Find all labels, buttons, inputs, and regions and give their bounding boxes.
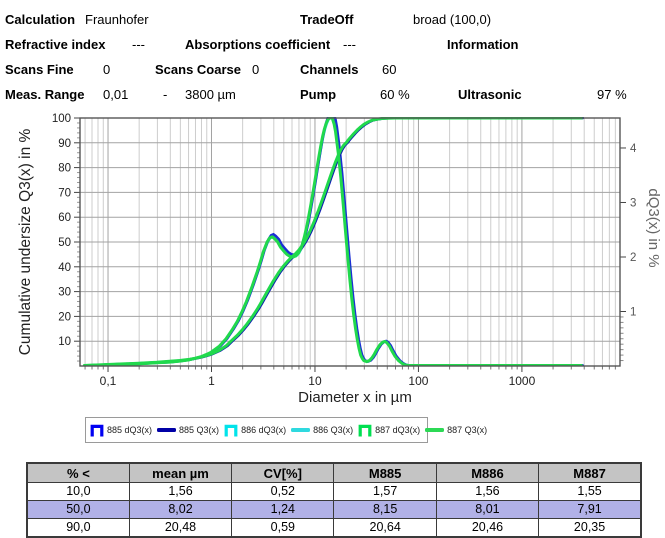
- table-header-row: % <mean µmCV[%]M885M886M887: [27, 463, 641, 483]
- legend-item: 886 Q3(x): [291, 425, 353, 435]
- table-cell: 10,0: [27, 483, 129, 501]
- meas-range-to-value: 3800 µm: [185, 87, 236, 102]
- tradeoff-value: broad (100,0): [413, 12, 491, 27]
- y-left-tick-label: 100: [52, 113, 71, 125]
- ultrasonic-label: Ultrasonic: [458, 87, 522, 102]
- calculation-label: Calculation: [5, 12, 75, 27]
- curve-885-dq3-x-: [86, 112, 583, 365]
- y-right-tick-label: 4: [630, 143, 637, 155]
- legend-swatch-hist-icon: [90, 424, 104, 437]
- table-cell: 0,59: [232, 519, 334, 538]
- y-left-tick-label: 80: [58, 163, 71, 175]
- y-left-tick-label: 30: [58, 287, 71, 299]
- legend-swatch-hist-icon: [358, 424, 372, 437]
- table-header-cell: mean µm: [129, 463, 231, 483]
- y-left-tick-label: 50: [58, 237, 71, 249]
- table-cell: 20,35: [539, 519, 641, 538]
- y-left-tick-label: 20: [58, 311, 71, 323]
- table-cell: 1,57: [334, 483, 436, 501]
- table-cell: 90,0: [27, 519, 129, 538]
- x-tick-label: 0,1: [100, 374, 117, 388]
- table-row[interactable]: 90,020,480,5920,6420,4620,35: [27, 519, 641, 538]
- ultrasonic-value: 97 %: [597, 87, 627, 102]
- scans-fine-label: Scans Fine: [5, 62, 74, 77]
- channels-label: Channels: [300, 62, 359, 77]
- table-header-cell: M885: [334, 463, 436, 483]
- legend-item: 885 Q3(x): [157, 425, 219, 435]
- table-header-cell: CV[%]: [232, 463, 334, 483]
- scans-coarse-label: Scans Coarse: [155, 62, 241, 77]
- table-cell: 0,52: [232, 483, 334, 501]
- absorption-coefficient-label: Absorptions coefficient: [185, 37, 330, 52]
- chart-legend: 885 dQ3(x) 885 Q3(x) 886 dQ3(x) 886 Q3(x) 88…: [85, 417, 428, 443]
- refractive-index-label: Refractive index: [5, 37, 105, 52]
- table-cell: 20,46: [436, 519, 538, 538]
- x-tick-label: 10: [308, 374, 322, 388]
- particle-size-distribution-chart: 10 20 30 40 50 60 70 80 90 100 0,1 1 10 100 1000 1 2 3 4 Cu…: [0, 108, 665, 410]
- table-cell: 20,64: [334, 519, 436, 538]
- pump-label: Pump: [300, 87, 336, 102]
- legend-swatch-line-icon: [157, 428, 176, 432]
- legend-item-label: 886 dQ3(x): [241, 425, 286, 435]
- absorption-coefficient-value: ---: [343, 37, 356, 52]
- legend-item-label: 885 dQ3(x): [107, 425, 152, 435]
- curve-887-dq3-x-: [85, 117, 582, 365]
- table-cell: 1,56: [129, 483, 231, 501]
- table-row-selected[interactable]: 50,08,021,248,158,017,91: [27, 501, 641, 519]
- legend-item-label: 887 Q3(x): [447, 425, 487, 435]
- legend-item-label: 887 dQ3(x): [375, 425, 420, 435]
- tradeoff-label: TradeOff: [300, 12, 353, 27]
- table-cell: 8,15: [334, 501, 436, 519]
- table-header-cell: M886: [436, 463, 538, 483]
- legend-swatch-hist-icon: [224, 424, 238, 437]
- table-cell: 8,01: [436, 501, 538, 519]
- legend-item-label: 885 Q3(x): [179, 425, 219, 435]
- x-tick-label: 100: [408, 374, 428, 388]
- y-right-tick-label: 3: [630, 197, 636, 209]
- scans-fine-value: 0: [103, 62, 110, 77]
- table-header-cell: % <: [27, 463, 129, 483]
- legend-item: 886 dQ3(x): [224, 424, 286, 437]
- x-axis-title: Diameter x in µm: [298, 389, 412, 406]
- table-cell: 1,55: [539, 483, 641, 501]
- meas-range-dash: -: [163, 87, 167, 102]
- table-row[interactable]: 10,01,560,521,571,561,55: [27, 483, 641, 501]
- y-right-axis-title: dQ3(x) in %: [645, 188, 662, 267]
- legend-item: 887 dQ3(x): [358, 424, 420, 437]
- meas-range-from-value: 0,01: [103, 87, 128, 102]
- table-cell: 20,48: [129, 519, 231, 538]
- y-left-tick-label: 60: [58, 212, 71, 224]
- legend-swatch-line-icon: [291, 428, 310, 432]
- curve-886-dq3-x-: [85, 117, 582, 365]
- legend-item: 887 Q3(x): [425, 425, 487, 435]
- y-left-tick-label: 90: [58, 138, 71, 150]
- refractive-index-value: ---: [132, 37, 145, 52]
- legend-item: 885 dQ3(x): [90, 424, 152, 437]
- y-left-tick-label: 70: [58, 187, 71, 199]
- y-left-tick-label: 10: [58, 336, 71, 348]
- legend-item-label: 886 Q3(x): [313, 425, 353, 435]
- percentile-results-table: % <mean µmCV[%]M885M886M887 10,01,560,52…: [26, 462, 642, 538]
- table-cell: 1,24: [232, 501, 334, 519]
- table-header-cell: M887: [539, 463, 641, 483]
- y-left-tick-label: 40: [58, 262, 71, 274]
- x-tick-label: 1: [208, 374, 215, 388]
- scans-coarse-value: 0: [252, 62, 259, 77]
- legend-swatch-line-icon: [425, 428, 444, 432]
- channels-value: 60: [382, 62, 396, 77]
- x-tick-label: 1000: [509, 374, 536, 388]
- y-right-tick-label: 2: [630, 252, 636, 264]
- table-cell: 1,56: [436, 483, 538, 501]
- y-left-axis-title: Cumulative undersize Q3(x) in %: [17, 129, 34, 356]
- table-cell: 7,91: [539, 501, 641, 519]
- y-right-tick-label: 1: [630, 306, 636, 318]
- meas-range-label: Meas. Range: [5, 87, 84, 102]
- calculation-value: Fraunhofer: [85, 12, 149, 27]
- pump-value: 60 %: [380, 87, 410, 102]
- information-label: Information: [447, 37, 519, 52]
- table-cell: 50,0: [27, 501, 129, 519]
- table-cell: 8,02: [129, 501, 231, 519]
